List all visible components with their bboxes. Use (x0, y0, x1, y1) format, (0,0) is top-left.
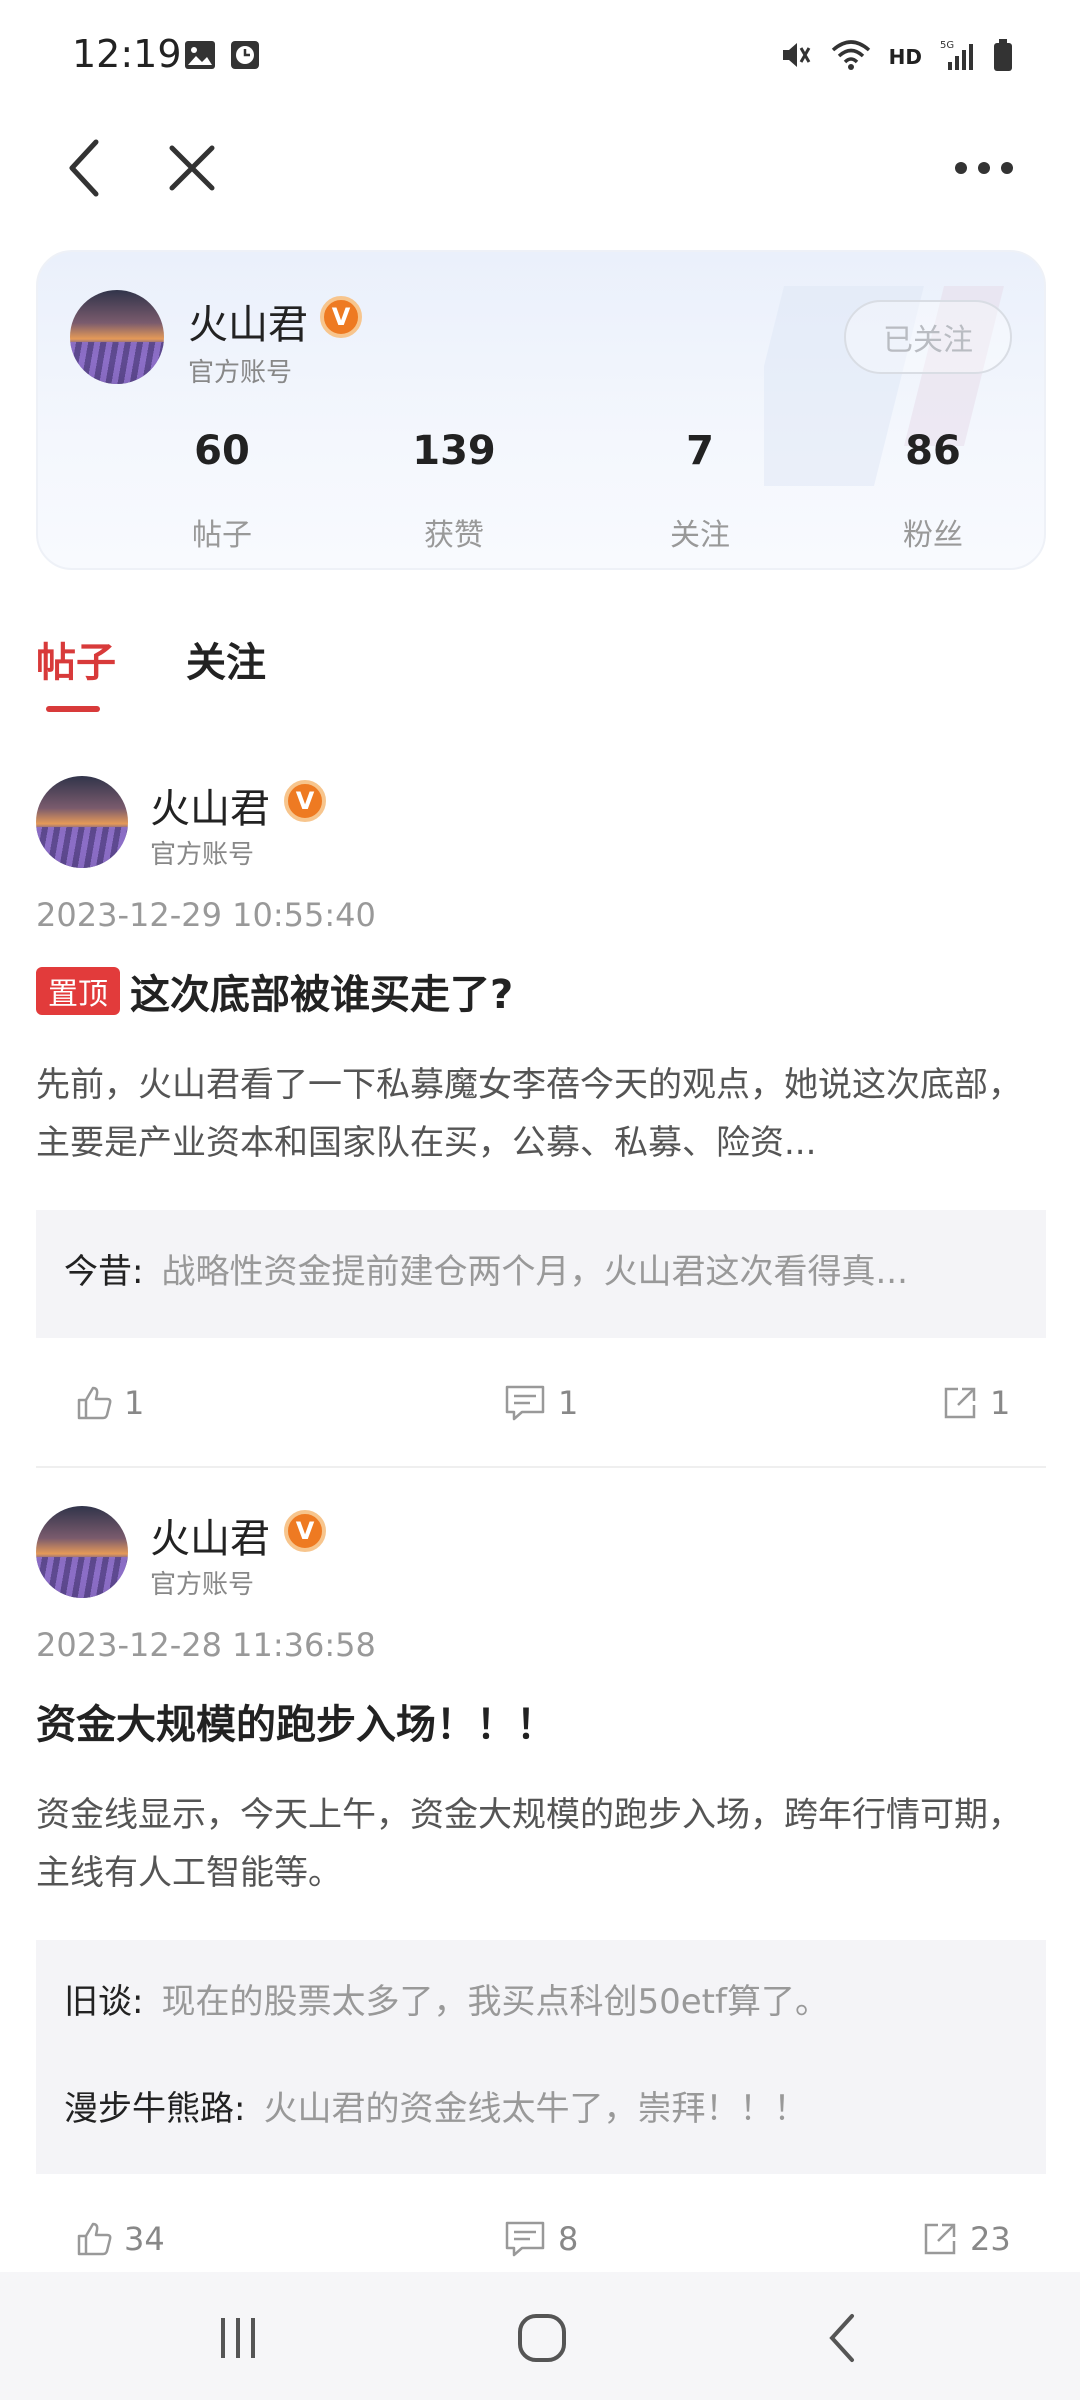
back-button[interactable] (42, 126, 126, 210)
stat-label: 粉丝 (903, 518, 963, 553)
comment-icon (505, 1385, 545, 1421)
battery-icon (992, 38, 1014, 76)
stat-likes[interactable]: 139 获赞 (364, 428, 544, 554)
comment-text: 现在的股票太多了，我买点科创50etf算了。 (161, 1982, 829, 2022)
pin-tag: 置顶 (36, 967, 120, 1015)
stat-value: 139 (412, 428, 496, 474)
thumbs-up-icon (77, 1386, 112, 1420)
stat-value: 7 (686, 428, 714, 474)
comment-button[interactable]: 8 (504, 2220, 578, 2258)
post-time: 2023-12-29 10:55:40 (36, 896, 376, 934)
signal-icon: 5G (940, 38, 974, 76)
post-title[interactable]: 置顶 这次底部被谁买走了? (36, 962, 513, 1020)
recent-apps-icon (221, 2318, 255, 2358)
avatar[interactable] (36, 776, 128, 868)
post-divider (36, 1466, 1046, 1468)
comment-preview[interactable]: 今昔: 战略性资金提前建仓两个月，火山君这次看得真... (36, 1210, 1046, 1338)
image-icon (184, 40, 216, 74)
share-button[interactable]: 23 (922, 2220, 1011, 2258)
clock-icon (230, 40, 260, 74)
comment-icon (505, 2221, 545, 2257)
stat-label: 帖子 (192, 518, 252, 553)
stat-value: 60 (194, 428, 250, 474)
post-author: 火山君 (150, 1516, 270, 1562)
more-dots-icon (955, 162, 1013, 174)
post-author: 火山君 (150, 786, 270, 832)
post-card[interactable]: 火山君 V 官方账号 2023-12-28 11:36:58 资金大规模的跑步入… (36, 1506, 1046, 2266)
stat-value: 86 (905, 428, 961, 474)
stat-followers[interactable]: 86 粉丝 (843, 428, 1023, 554)
like-button[interactable]: 1 (76, 1384, 144, 1422)
avatar[interactable] (36, 1506, 128, 1598)
post-title-text: 资金大规模的跑步入场！！！ (36, 1702, 556, 1748)
comment-button[interactable]: 1 (504, 1384, 578, 1422)
profile-name: 火山君 (188, 302, 308, 348)
close-button[interactable] (150, 126, 234, 210)
system-back-icon (829, 2314, 854, 2362)
nav-bar (0, 110, 1080, 230)
post-actions: 1 1 1 (36, 1384, 1046, 1444)
post-card[interactable]: 火山君 V 官方账号 2023-12-29 10:55:40 置顶 这次底部被谁… (36, 776, 1046, 1476)
post-body[interactable]: 资金线显示，今天上午，资金大规模的跑步入场，跨年行情可期，主线有人工智能等。 (36, 1786, 1046, 1902)
stat-label: 关注 (670, 518, 730, 553)
home-button[interactable] (502, 2308, 582, 2368)
comment-author: 旧谈: (64, 1982, 144, 2022)
avatar[interactable] (70, 290, 164, 384)
system-back-button[interactable] (802, 2308, 882, 2368)
share-icon (944, 1387, 976, 1419)
post-title[interactable]: 资金大规模的跑步入场！！！ (36, 1692, 556, 1750)
post-time: 2023-12-28 11:36:58 (36, 1626, 376, 1664)
back-arrow-icon (69, 139, 99, 197)
home-icon (518, 2314, 566, 2362)
tab-posts[interactable]: 帖子 (36, 630, 116, 688)
tab-following[interactable]: 关注 (186, 630, 266, 688)
recent-apps-button[interactable] (198, 2308, 278, 2368)
comment-text: 火山君的资金线太牛了，崇拜！！！ (263, 2089, 808, 2129)
comment-author: 漫步牛熊路: (64, 2089, 246, 2129)
comment-item: 今昔: 战略性资金提前建仓两个月，火山君这次看得真... (64, 1244, 1018, 1293)
status-bar: 12:19 HD 5G (0, 0, 1080, 110)
post-author-subtitle: 官方账号 (150, 840, 255, 870)
share-count: 1 (990, 1384, 1011, 1422)
profile-card: 火山君 V 官方账号 已关注 60 帖子 139 获赞 7 关注 86 粉丝 (36, 250, 1046, 570)
thumbs-up-icon (77, 2222, 112, 2256)
more-button[interactable] (942, 126, 1026, 210)
follow-button[interactable]: 已关注 (844, 300, 1012, 374)
comment-item: 漫步牛熊路: 火山君的资金线太牛了，崇拜！！！ (64, 2081, 1018, 2130)
verified-badge-icon: V (284, 780, 326, 822)
post-author-subtitle: 官方账号 (150, 1570, 255, 1600)
status-time: 12:19 (72, 32, 182, 76)
share-icon (924, 2223, 956, 2255)
like-count: 34 (124, 2220, 165, 2258)
verified-badge-icon: V (284, 1510, 326, 1552)
share-count: 23 (970, 2220, 1011, 2258)
post-body[interactable]: 先前，火山君看了一下私募魔女李蓓今天的观点，她说这次底部，主要是产业资本和国家队… (36, 1056, 1046, 1172)
stat-posts[interactable]: 60 帖子 (132, 428, 312, 554)
comment-text: 战略性资金提前建仓两个月，火山君这次看得真... (161, 1252, 908, 1292)
comment-preview[interactable]: 旧谈: 现在的股票太多了，我买点科创50etf算了。 漫步牛熊路: 火山君的资金… (36, 1940, 1046, 2174)
mute-icon (779, 38, 813, 76)
like-button[interactable]: 34 (76, 2220, 165, 2258)
stat-following[interactable]: 7 关注 (610, 428, 790, 554)
close-icon (169, 145, 215, 191)
verified-badge-icon: V (320, 296, 362, 338)
comment-item: 旧谈: 现在的股票太多了，我买点科创50etf算了。 (64, 1974, 1018, 2023)
stat-label: 获赞 (424, 518, 484, 553)
system-nav-bar (0, 2272, 1080, 2400)
comment-count: 1 (558, 1384, 579, 1422)
comment-author: 今昔: (64, 1252, 144, 1292)
svg-text:5G: 5G (940, 40, 954, 51)
share-button[interactable]: 1 (942, 1384, 1010, 1422)
post-title-text: 这次底部被谁买走了? (130, 972, 514, 1018)
like-count: 1 (124, 1384, 145, 1422)
post-actions: 34 8 23 (36, 2220, 1046, 2280)
network-label: HD (888, 45, 922, 69)
profile-subtitle: 官方账号 (188, 358, 293, 388)
wifi-icon (831, 38, 871, 76)
tab-indicator (46, 706, 100, 712)
comment-count: 8 (558, 2220, 579, 2258)
